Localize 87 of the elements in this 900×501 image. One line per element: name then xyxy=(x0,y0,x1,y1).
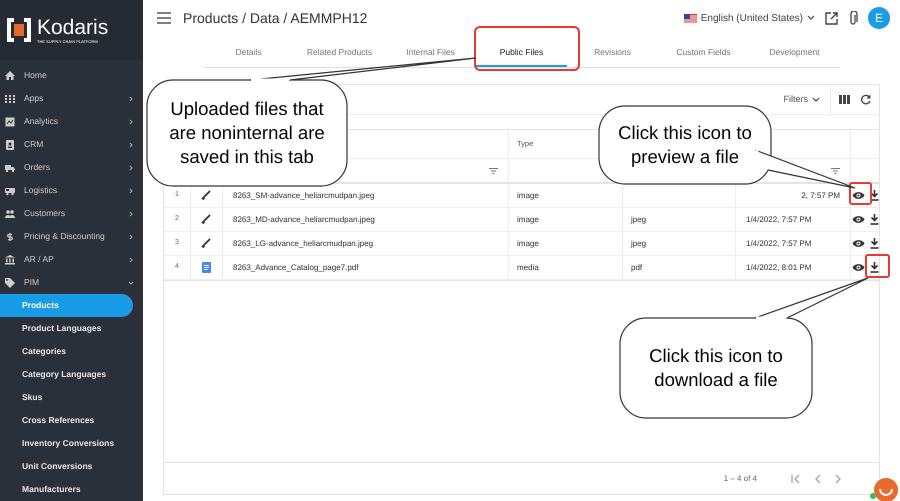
download-icon[interactable] xyxy=(870,190,878,201)
sidebar-item[interactable]: Pricing & Discounting xyxy=(0,225,143,248)
sidebar-item[interactable]: Home xyxy=(0,64,143,87)
filter-icon[interactable] xyxy=(831,168,840,174)
caret-icon xyxy=(807,15,815,21)
bank-icon xyxy=(5,254,15,264)
download-icon[interactable] xyxy=(870,262,878,273)
table-cell: image xyxy=(517,238,539,250)
sidebar-item[interactable]: Logistics xyxy=(0,179,143,202)
open-external-icon[interactable] xyxy=(825,12,838,24)
sidebar-item[interactable]: Orders xyxy=(0,156,143,179)
download-icon[interactable] xyxy=(870,238,878,249)
menu-icon[interactable] xyxy=(157,12,171,24)
callout-text: Click this icon to preview a file xyxy=(617,121,753,169)
sidebar-subitem[interactable]: Categories xyxy=(0,340,143,363)
breadcrumb: Products / Data / AEMMPH12 xyxy=(183,8,368,28)
eye-icon[interactable] xyxy=(852,263,864,272)
tab[interactable]: Revisions xyxy=(567,40,658,67)
callout-text: Click this icon to download a file xyxy=(648,344,784,392)
people-icon xyxy=(5,208,15,218)
logo-wordmark: Kodaris xyxy=(37,16,108,38)
sidebar-item[interactable]: AR / AP xyxy=(0,248,143,271)
filters-dropdown[interactable]: Filters xyxy=(784,92,830,106)
document-icon xyxy=(201,262,212,273)
sidebar-item[interactable]: Apps xyxy=(0,87,143,110)
logo-icon xyxy=(6,17,32,43)
table-cell: jpeg xyxy=(631,214,646,226)
tag-icon xyxy=(5,278,15,288)
sidebar-subitem[interactable]: Cross References xyxy=(0,409,143,432)
tab[interactable]: Details xyxy=(203,40,294,67)
table-cell: pdf xyxy=(631,262,642,274)
sidebar-subitem[interactable]: Unit Conversions xyxy=(0,455,143,478)
caret-icon xyxy=(812,96,820,102)
tab[interactable]: Internal Files xyxy=(385,40,476,67)
pagination-range: 1 – 4 of 4 xyxy=(724,472,757,484)
table-cell: image xyxy=(517,214,539,226)
next-page-icon[interactable] xyxy=(835,474,841,484)
sidebar-item[interactable]: PIM xyxy=(0,271,143,294)
download-highlight xyxy=(865,254,890,278)
chat-icon[interactable] xyxy=(868,475,898,501)
columns-icon[interactable] xyxy=(839,95,850,104)
preview-highlight xyxy=(849,182,872,205)
language-selector[interactable]: English (United States) xyxy=(684,10,815,26)
table-cell: 1/4/2022, 7:57 PM xyxy=(746,238,812,250)
tab[interactable]: Development xyxy=(749,40,840,67)
sidebar-subitem[interactable]: Category Languages xyxy=(0,363,143,386)
table-cell: 8263_MD-advance_heliarcmudpan.jpeg xyxy=(233,214,375,226)
grid-icon xyxy=(5,94,15,104)
download-icon[interactable] xyxy=(870,214,878,225)
contact-card-icon xyxy=(5,140,15,150)
previous-page-icon[interactable] xyxy=(815,474,821,484)
sidebar-item[interactable]: Customers xyxy=(0,202,143,225)
eye-icon[interactable] xyxy=(852,191,864,200)
sidebar-subitem[interactable]: Skus xyxy=(0,386,143,409)
table-cell: jpeg xyxy=(631,238,646,250)
sidebar-subitem[interactable]: Manufacturers xyxy=(0,478,143,501)
filter-icon[interactable] xyxy=(489,168,498,174)
sidebar-subitem[interactable]: Product Languages xyxy=(0,317,143,340)
table-cell: image xyxy=(517,190,539,202)
callout-text: Uploaded files that are noninternal are saved in this tab xyxy=(168,97,326,169)
table-cell: 8263_Advance_Catalog_page7.pdf xyxy=(233,262,358,274)
truck-icon xyxy=(5,162,15,172)
table-cell: 1/4/2022, 7:57 PM xyxy=(746,214,812,226)
eye-icon[interactable] xyxy=(852,215,864,224)
sidebar-subitem[interactable]: Inventory Conversions xyxy=(0,432,143,455)
table-cell: 1/4/2022, 8:01 PM xyxy=(746,262,812,274)
flag-icon xyxy=(684,14,697,22)
sidebar-item[interactable]: Analytics xyxy=(0,110,143,133)
sidebar-item[interactable]: CRM xyxy=(0,133,143,156)
paperclip-icon[interactable] xyxy=(848,10,858,26)
table-cell: media xyxy=(517,262,539,274)
brush-icon xyxy=(201,214,212,225)
table-cell: 2, 7:57 PM xyxy=(801,190,840,202)
table-cell: 8263_SM-advance_heliarcmudpan.jpeg xyxy=(233,190,374,202)
tab[interactable]: Related Products xyxy=(294,40,385,67)
tab[interactable]: Public Files xyxy=(476,40,567,67)
tab[interactable]: Custom Fields xyxy=(658,40,749,67)
vehicle-icon xyxy=(5,186,15,196)
house-icon xyxy=(5,70,15,80)
chart-icon xyxy=(5,116,15,126)
table-cell: 8263_LG-advance_heliarcmudpan.jpeg xyxy=(233,238,374,250)
first-page-icon[interactable] xyxy=(791,474,801,484)
refresh-icon[interactable] xyxy=(860,94,871,105)
brush-icon xyxy=(201,190,212,201)
eye-icon[interactable] xyxy=(852,239,864,248)
dollar-icon xyxy=(5,232,15,242)
brush-icon xyxy=(201,238,212,249)
